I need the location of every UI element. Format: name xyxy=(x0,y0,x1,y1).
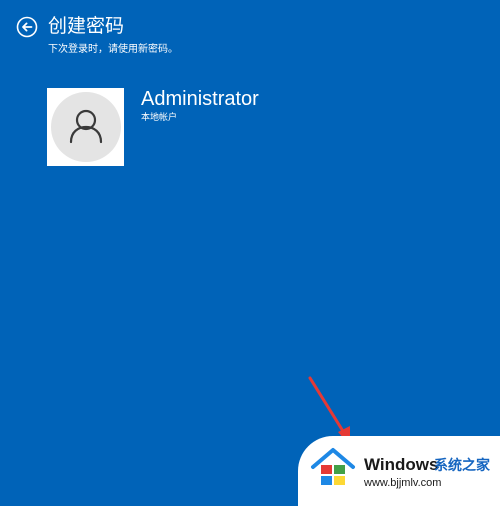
account-type-label: 本地帐户 xyxy=(141,113,178,123)
watermark-site-name: 系统之家 xyxy=(434,458,490,474)
page-subtitle: 下次登录时，请使用新密码。 xyxy=(48,44,178,55)
user-name: Administrator xyxy=(141,88,259,110)
back-button[interactable] xyxy=(16,16,38,38)
avatar xyxy=(47,88,124,166)
page-title: 创建密码 xyxy=(48,15,125,37)
user-avatar-icon xyxy=(69,109,103,144)
watermark-url: www.bjjmlv.com xyxy=(364,477,442,489)
annotation-arrow xyxy=(308,376,350,446)
user-account-card: Administrator 本地帐户 xyxy=(47,88,367,168)
back-arrow-circle-icon xyxy=(16,16,38,38)
windows-house-logo-icon xyxy=(311,448,355,485)
watermark-brand: Windows xyxy=(364,455,439,474)
